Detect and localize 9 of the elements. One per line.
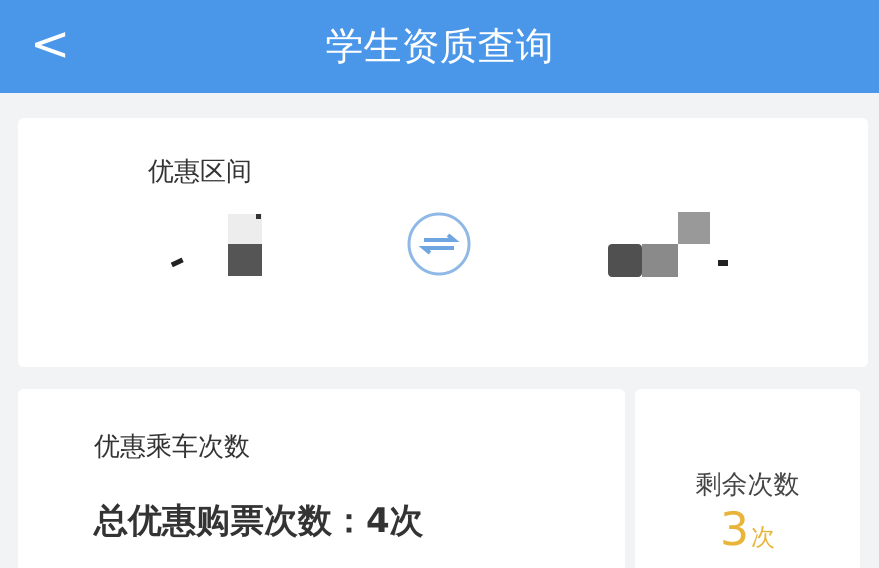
count-unit: 次 [751, 522, 776, 553]
swap-icon[interactable] [406, 211, 472, 277]
remaining-count: 3 [720, 506, 750, 552]
route-label: 优惠区间 [148, 156, 252, 189]
remaining-label: 剩余次数 [696, 469, 800, 502]
page-title: 学生资质查询 [326, 23, 554, 70]
back-button[interactable]: < [24, 14, 76, 74]
total-count: 总优惠购票次数：4次 [94, 500, 424, 543]
rides-label: 优惠乘车次数 [94, 431, 250, 464]
